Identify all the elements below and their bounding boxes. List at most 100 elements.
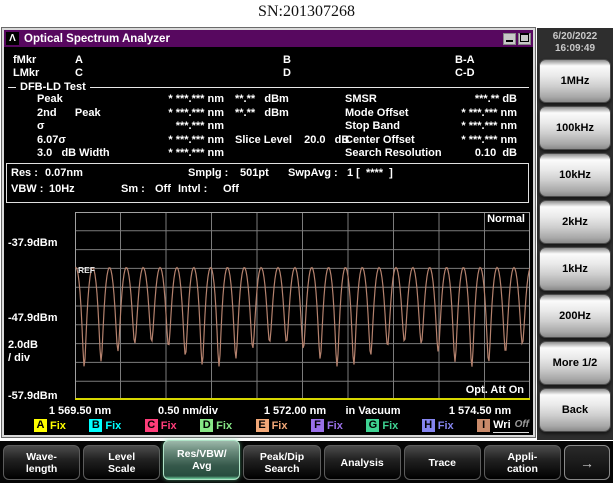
menu-res-vbw-avg[interactable]: Res/VBW/Avg xyxy=(163,440,240,480)
trace-c-mode: Fix xyxy=(161,420,177,432)
dfb-right-label: Mode Offset xyxy=(345,107,409,119)
menu-label: Avg xyxy=(192,460,211,472)
xaxis-end-wavelength: 1 574.50 nm xyxy=(449,405,511,417)
trace-c-status: CFix xyxy=(145,419,177,432)
dfb-slice-level: Slice Level 20.0 dB xyxy=(235,134,349,146)
serial-number: SN:201307268 xyxy=(0,3,613,21)
menu-label: Res/VBW/ xyxy=(177,448,227,460)
dfb-value-nm: * ***.*** nm xyxy=(134,147,224,159)
menu-label: cation xyxy=(507,463,538,475)
trace-i-mode: Wri xyxy=(493,419,511,431)
menu-label: length xyxy=(26,463,58,475)
spectrum-graph: Normal REF Opt. Att On xyxy=(75,212,530,400)
dfb-right-label: Search Resolution xyxy=(345,147,442,159)
fkey-2khz[interactable]: 2kHz xyxy=(539,200,611,244)
marker-cd: C-D xyxy=(455,67,475,80)
function-key-panel: 6/20/2022 16:09:49 1MHz 100kHz 10kHz 2kH… xyxy=(537,28,613,440)
time-text: 16:09:49 xyxy=(537,43,613,55)
vbw-value: 10Hz xyxy=(49,183,75,196)
vbw-label: VBW : xyxy=(11,183,43,196)
trace-a-mode: Fix xyxy=(50,420,66,432)
trace-legend: AFix BFix CFix DFix EFix FFix GFix HFix … xyxy=(34,418,529,433)
yaxis-ref-level: -37.9dBm xyxy=(8,237,58,250)
lmkr-label: LMkr xyxy=(13,67,39,80)
fkey-more-1-2[interactable]: More 1/2 xyxy=(539,341,611,385)
window-titlebar: Λ Optical Spectrum Analyzer xyxy=(4,30,533,47)
menu-label: Trace xyxy=(429,457,456,469)
dfb-right-value: ***.** dB xyxy=(432,93,517,105)
trace-d-mode: Fix xyxy=(216,420,232,432)
trace-h-status: HFix xyxy=(422,419,454,432)
marker-ba: B-A xyxy=(455,54,475,67)
right-arrow-icon: → xyxy=(580,457,594,469)
trace-b-mode: Fix xyxy=(105,420,121,432)
xaxis-start-wavelength: 1 569.50 nm xyxy=(49,405,111,417)
menu-application[interactable]: Appli-cation xyxy=(484,445,561,480)
menu-analysis[interactable]: Analysis xyxy=(324,445,401,480)
fkey-100khz[interactable]: 100kHz xyxy=(539,106,611,150)
dfb-label: 3.0 dB Width xyxy=(37,147,110,159)
menu-wavelength[interactable]: Wave-length xyxy=(3,445,80,480)
dfb-value-nm: ***.*** nm xyxy=(134,120,224,132)
trace-c-box: C xyxy=(145,419,158,432)
window-title: Optical Spectrum Analyzer xyxy=(24,33,503,45)
dfb-row-2nd-peak: 2nd Peak * ***.*** nm **.** dBm Mode Off… xyxy=(4,107,533,120)
swpavg-label: SwpAvg : xyxy=(288,167,338,180)
marker-b: B xyxy=(283,54,291,67)
trace-f-status: FFix xyxy=(311,419,343,432)
menu-peak-dip-search[interactable]: Peak/DipSearch xyxy=(243,445,320,480)
dfb-label: Peak xyxy=(37,93,63,105)
dfb-value-nm: * ***.*** nm xyxy=(134,134,224,146)
menu-label: Analysis xyxy=(341,457,384,469)
swpavg-value: 1 [ **** ] xyxy=(347,167,393,180)
fkey-10khz[interactable]: 10kHz xyxy=(539,153,611,197)
minimize-button[interactable] xyxy=(503,33,516,45)
fkey-1khz[interactable]: 1kHz xyxy=(539,247,611,291)
ref-level-marker: REF xyxy=(78,265,95,275)
trace-g-status: GFix xyxy=(366,419,398,432)
dfb-right-label: Stop Band xyxy=(345,120,400,132)
trace-e-status: EFix xyxy=(256,419,288,432)
trace-i-substatus: Off xyxy=(515,419,529,431)
fkey-1mhz[interactable]: 1MHz xyxy=(539,59,611,103)
fmkr-label: fMkr xyxy=(13,54,36,67)
dfb-label: σ xyxy=(37,120,45,132)
dfb-group-title: DFB-LD Test xyxy=(16,81,90,93)
maximize-button[interactable] xyxy=(518,33,531,45)
trace-i-status: IWriOff xyxy=(477,419,529,433)
dfb-row-db-width: 3.0 dB Width * ***.*** nm Search Resolut… xyxy=(4,147,533,160)
date-text: 6/20/2022 xyxy=(537,31,613,43)
dfb-value-nm: * ***.*** nm xyxy=(134,107,224,119)
dfb-right-label: SMSR xyxy=(345,93,377,105)
dfb-right-label: Center Offset xyxy=(345,134,415,146)
marker-a: A xyxy=(75,54,83,67)
trace-f-mode: Fix xyxy=(327,420,343,432)
marker-c: C xyxy=(75,67,83,80)
sm-label: Sm : xyxy=(121,183,145,196)
dfb-row-sigma: σ ***.*** nm Stop Band * ***.*** nm xyxy=(4,120,533,133)
fkey-200hz[interactable]: 200Hz xyxy=(539,294,611,338)
dfb-row-6sigma: 6.07σ * ***.*** nm Slice Level 20.0 dB C… xyxy=(4,134,533,147)
acquisition-settings-box: Res : 0.07nm Smplg : 501pt SwpAvg : 1 [ … xyxy=(6,163,529,203)
dfb-label: 6.07σ xyxy=(37,134,66,146)
sm-value: Off xyxy=(155,183,171,196)
xaxis-medium: in Vacuum xyxy=(345,405,400,417)
menu-more-arrow[interactable]: → xyxy=(564,445,610,480)
anritsu-logo-icon: Λ xyxy=(6,32,19,45)
datetime-display: 6/20/2022 16:09:49 xyxy=(537,28,613,55)
menu-label: Appli- xyxy=(508,451,538,463)
trace-e-mode: Fix xyxy=(272,420,288,432)
dfb-right-value: * ***.*** nm xyxy=(432,107,517,119)
yaxis-scale-div: 2.0dB xyxy=(8,339,38,352)
trace-a-box: A xyxy=(34,419,47,432)
fkey-back[interactable]: Back xyxy=(539,388,611,432)
dfb-right-value: * ***.*** nm xyxy=(432,134,517,146)
menu-trace[interactable]: Trace xyxy=(404,445,481,480)
menu-level-scale[interactable]: LevelScale xyxy=(83,445,160,480)
yaxis-scale-div2: / div xyxy=(8,352,30,365)
intvl-label: Intvl : xyxy=(178,183,207,196)
dfb-value-dbm: **.** dBm xyxy=(235,93,289,105)
trace-g-box: G xyxy=(366,419,379,432)
spectrum-plot xyxy=(75,212,530,400)
trace-d-status: DFix xyxy=(200,419,232,432)
